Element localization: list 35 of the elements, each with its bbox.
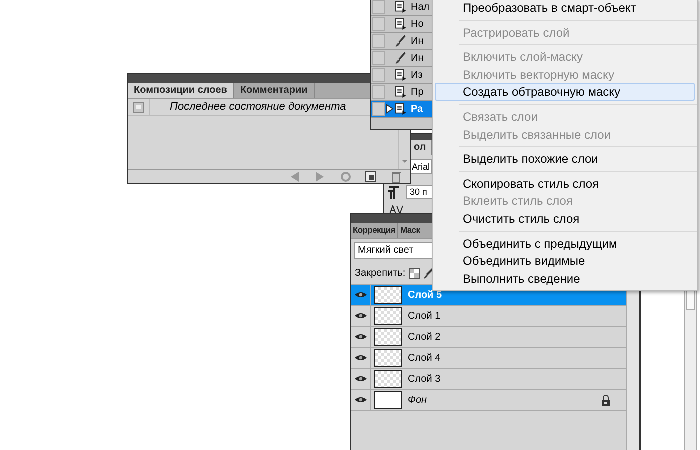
panel-tab[interactable]: Коррекция (351, 223, 398, 238)
action-row[interactable]: Но (371, 16, 433, 33)
lock-label: Закрепить: (355, 267, 406, 281)
layer-row[interactable]: Слой 4 (351, 348, 626, 369)
action-name: Нал (411, 0, 430, 14)
action-name: Пр (411, 86, 424, 100)
comp-name[interactable]: Последнее состояние документа (170, 98, 346, 116)
action-name: Но (411, 18, 424, 32)
font-field[interactable]: Arial (410, 159, 432, 174)
layer-name: Слой 3 (408, 372, 441, 386)
layer-row[interactable]: Фон (351, 390, 626, 411)
action-name: Ра (411, 102, 424, 116)
layer-name: Слой 4 (408, 352, 441, 366)
layer-row[interactable]: Слой 3 (351, 369, 626, 390)
layer-name: Фон (408, 394, 428, 408)
menu-item[interactable]: Создать обтравочную маску (435, 83, 695, 101)
size-field[interactable]: 30 п (406, 185, 432, 199)
layer-name: Слой 2 (408, 330, 441, 344)
panel-tab[interactable]: ол (412, 140, 432, 155)
layer-row[interactable]: Слой 1 (351, 306, 626, 327)
action-name: Ин (411, 34, 424, 48)
action-row[interactable]: Из (371, 67, 433, 84)
layer-row[interactable]: Слой 2 (351, 327, 626, 348)
action-name: Ин (411, 52, 424, 66)
menu-item[interactable]: Выполнить сведение (435, 270, 695, 288)
panel-tab[interactable]: Композиции слоев (128, 83, 234, 98)
action-row[interactable]: Ра (371, 101, 433, 118)
action-name: Из (411, 68, 423, 82)
menu-item[interactable]: Скопировать стиль слоя (435, 174, 695, 192)
menu-item[interactable]: Очистить стиль слоя (435, 210, 695, 228)
menu-item[interactable]: Преобразовать в смарт-объект (435, 0, 695, 17)
menu-item[interactable]: Выделить похожие слои (435, 150, 695, 168)
action-row[interactable]: Нал (371, 0, 433, 16)
layer-name: Слой 1 (408, 310, 441, 324)
layer-name: Слой 5 (408, 288, 442, 302)
